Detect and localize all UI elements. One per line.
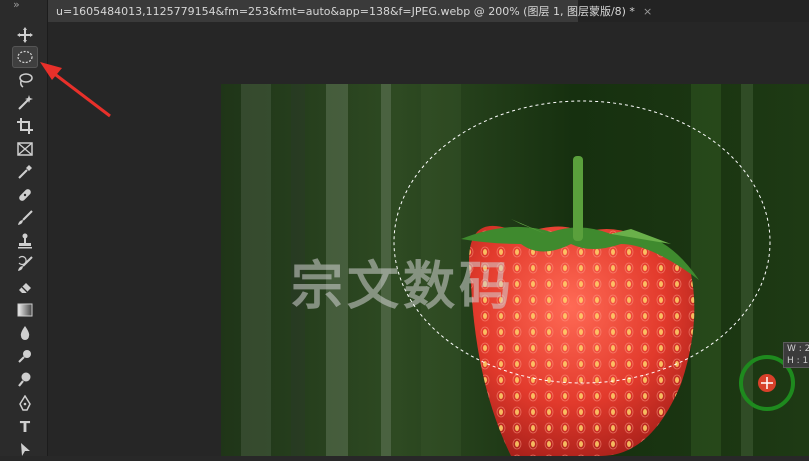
eyedropper-tool[interactable] (12, 161, 38, 183)
image-canvas[interactable]: 宗文数码 (221, 84, 809, 456)
eraser-tool[interactable] (12, 276, 38, 298)
drop-icon (20, 326, 30, 340)
width-readout: W : 2 (787, 344, 809, 354)
pen-tool[interactable] (12, 393, 38, 415)
watermark-text: 宗文数码 (291, 257, 516, 317)
collapse-panel-icon[interactable]: » (13, 0, 20, 11)
pen-icon (19, 395, 31, 411)
clone-stamp-tool[interactable] (12, 230, 38, 252)
close-icon[interactable]: × (643, 5, 652, 18)
healing-brush-tool[interactable] (12, 184, 38, 206)
dodge-tool[interactable] (12, 345, 38, 367)
height-readout: H : 1 (787, 356, 809, 366)
type-tool[interactable]: T (12, 416, 38, 438)
history-brush-tool[interactable] (12, 253, 38, 275)
tools-panel: » T (0, 0, 48, 456)
smudge-tool[interactable] (12, 368, 38, 390)
lasso-tool[interactable] (12, 69, 38, 91)
magic-wand-icon (18, 95, 33, 110)
move-icon (17, 27, 33, 43)
ellipse-marquee-icon (17, 50, 33, 64)
selection-size-tooltip: W : 2 H : 1 (783, 342, 809, 368)
eraser-icon (19, 283, 31, 293)
move-tool[interactable] (12, 24, 38, 46)
frame-tool[interactable] (12, 138, 38, 160)
magnifier-icon (18, 372, 31, 387)
path-selection-tool[interactable] (12, 439, 38, 461)
type-icon: T (19, 418, 31, 436)
arrow-select-icon (21, 443, 30, 456)
magic-wand-tool[interactable] (12, 92, 38, 114)
blur-tool[interactable] (12, 322, 38, 344)
stamp-icon (18, 233, 32, 249)
bandage-icon (19, 189, 31, 201)
document-tab-bar: u=1605484013,1125779154&fm=253&fmt=auto&… (48, 0, 809, 22)
history-brush-icon (18, 255, 33, 271)
crop-icon (17, 118, 33, 134)
frame-icon (17, 142, 33, 156)
gradient-tool[interactable] (12, 299, 38, 321)
crop-tool[interactable] (12, 115, 38, 137)
document-tab[interactable]: u=1605484013,1125779154&fm=253&fmt=auto&… (48, 0, 652, 22)
elliptical-marquee-tool[interactable] (12, 46, 38, 68)
eyedropper-icon (18, 165, 32, 179)
brush-tool[interactable] (12, 207, 38, 229)
gradient-icon (17, 303, 33, 317)
dodge-icon (18, 350, 31, 363)
lasso-icon (19, 73, 33, 88)
document-tab-title: u=1605484013,1125779154&fm=253&fmt=auto&… (56, 5, 635, 18)
brush-icon (18, 210, 33, 225)
